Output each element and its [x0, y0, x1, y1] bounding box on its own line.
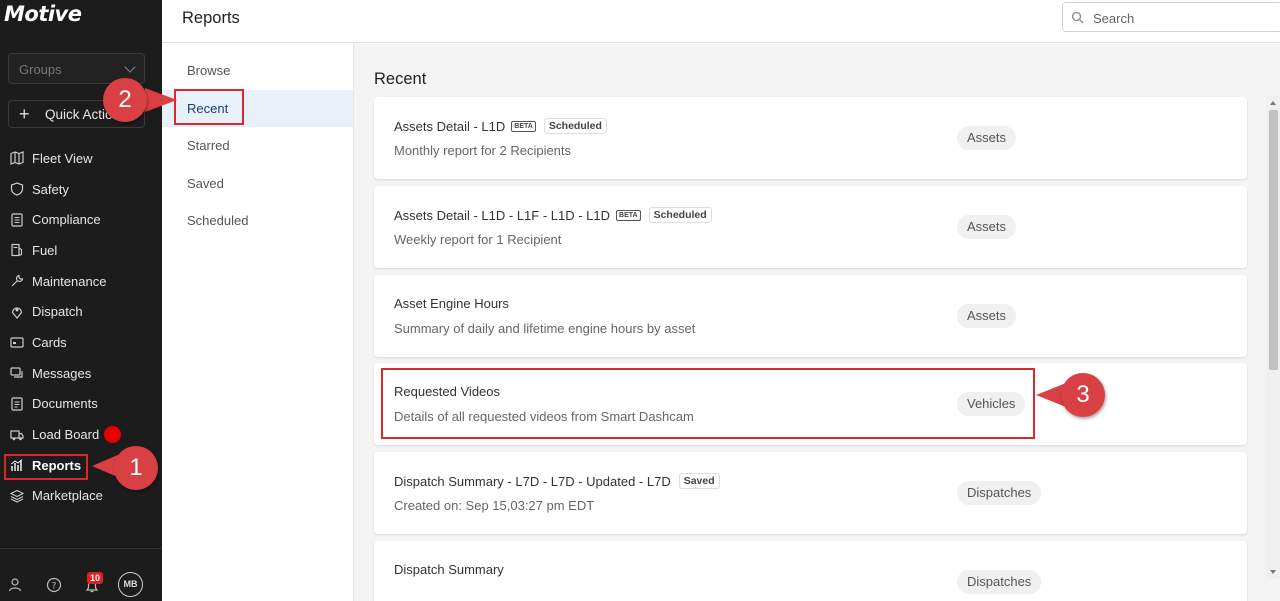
avatar[interactable]: MB	[118, 572, 143, 597]
category-badge: Assets	[957, 304, 1017, 328]
reports-subnav: Browse Recent Starred Saved Scheduled	[162, 43, 354, 601]
help-icon[interactable]: ?	[46, 577, 62, 598]
report-card[interactable]: Dispatch Summary Dispatches	[374, 541, 1247, 601]
sidebar-item-fuel[interactable]: Fuel	[0, 235, 162, 266]
search-placeholder: Search	[1093, 11, 1135, 26]
sidebar-item-label: Safety	[32, 181, 69, 197]
callout-3: 3	[1061, 373, 1105, 417]
groups-placeholder: Groups	[19, 62, 62, 77]
category-badge: Assets	[957, 126, 1017, 150]
report-description: Monthly report for 2 Recipients	[394, 143, 572, 158]
report-card[interactable]: Dispatch Summary - L7D - L7D - Updated -…	[374, 452, 1247, 534]
subnav-starred[interactable]: Starred	[162, 127, 353, 165]
scrollbar-thumb[interactable]	[1269, 110, 1278, 370]
report-name: Asset Engine Hours	[394, 296, 509, 311]
beta-tag: BETA	[511, 120, 536, 132]
category-badge: Assets	[957, 215, 1017, 239]
subnav-saved[interactable]: Saved	[162, 165, 353, 203]
status-badge: Saved	[678, 473, 720, 489]
sidebar-item-label: Maintenance	[32, 273, 107, 289]
sidebar-item-label: Dispatch	[32, 304, 83, 320]
svg-text:?: ?	[52, 582, 57, 592]
report-description: Summary of daily and lifetime engine hou…	[394, 321, 696, 336]
sidebar-item-label: Messages	[32, 365, 92, 381]
subnav-scheduled[interactable]: Scheduled	[162, 202, 353, 240]
notification-count-badge: 10	[87, 572, 104, 584]
truck-icon	[9, 427, 24, 442]
report-card[interactable]: Assets Detail - L1D BETA Scheduled Month…	[374, 97, 1247, 179]
report-name-row: Dispatch Summary - L7D - L7D - Updated -…	[394, 473, 720, 489]
map-icon	[9, 151, 24, 166]
sidebar-item-messages[interactable]: Messages	[0, 358, 162, 389]
sidebar-item-compliance[interactable]: Compliance	[0, 204, 162, 235]
subnav-browse[interactable]: Browse	[162, 52, 353, 90]
status-badge: Scheduled	[648, 207, 712, 223]
main-content: Recent Assets Detail - L1D BETA Schedule…	[354, 43, 1280, 601]
scroll-down-icon[interactable]	[1270, 570, 1276, 574]
report-name-row: Assets Detail - L1D BETA Scheduled	[394, 118, 607, 134]
chevron-down-icon	[124, 61, 136, 73]
report-name: Assets Detail - L1D	[394, 118, 506, 134]
highlight-reports	[4, 454, 88, 480]
motive-logo[interactable]: Motive	[4, 2, 82, 26]
report-name-row: Dispatch Summary	[394, 562, 504, 577]
document-list-icon	[9, 212, 24, 227]
document-icon	[9, 396, 24, 411]
callout-1: 1	[114, 446, 158, 490]
report-card[interactable]: Asset Engine Hours Summary of daily and …	[374, 275, 1247, 357]
status-badge: Scheduled	[543, 118, 607, 134]
chat-icon	[9, 366, 24, 381]
location-pin-icon	[9, 304, 24, 319]
report-description: Weekly report for 1 Recipient	[394, 232, 562, 247]
beta-tag: BETA	[616, 209, 641, 221]
sidebar-item-label: Fuel	[32, 242, 58, 258]
section-heading: Recent	[374, 70, 427, 88]
callout-2: 2	[103, 78, 147, 122]
page-title: Reports	[182, 9, 240, 27]
sidebar-item-fleet-view[interactable]: Fleet View	[0, 143, 162, 174]
report-description: Created on: Sep 15,03:27 pm EDT	[394, 498, 595, 513]
report-name-row: Assets Detail - L1D - L1F - L1D - L1D BE…	[394, 207, 712, 223]
report-name: Assets Detail - L1D - L1F - L1D - L1D	[394, 207, 611, 223]
report-name: Dispatch Summary - L7D - L7D - Updated -…	[394, 473, 671, 489]
sidebar-item-label: Fleet View	[32, 150, 93, 166]
scroll-up-icon[interactable]	[1270, 101, 1276, 105]
scrollbar[interactable]	[1266, 96, 1280, 579]
report-card[interactable]: Assets Detail - L1D - L1F - L1D - L1D BE…	[374, 186, 1247, 268]
category-badge: Dispatches	[957, 481, 1042, 505]
sidebar-item-label: Cards	[32, 334, 67, 350]
shield-icon	[9, 182, 24, 197]
fuel-pump-icon	[9, 243, 24, 258]
search-input[interactable]: Search	[1062, 2, 1280, 32]
sidebar-item-documents[interactable]: Documents	[0, 389, 162, 420]
category-badge: Dispatches	[957, 570, 1042, 594]
search-icon	[1071, 11, 1084, 24]
layers-icon	[9, 488, 24, 503]
report-name-row: Asset Engine Hours	[394, 296, 509, 311]
sidebar-item-label: Compliance	[32, 212, 101, 228]
wrench-icon	[9, 274, 24, 289]
sidebar-item-dispatch[interactable]: Dispatch	[0, 296, 162, 327]
card-icon	[9, 335, 24, 350]
sidebar-item-safety[interactable]: Safety	[0, 174, 162, 205]
highlight-requested-videos	[381, 368, 1035, 439]
sidebar-item-maintenance[interactable]: Maintenance	[0, 266, 162, 297]
user-settings-icon[interactable]	[8, 577, 24, 598]
plus-icon: +	[19, 104, 30, 124]
page-header: Reports Search	[162, 0, 1280, 43]
report-name: Dispatch Summary	[394, 562, 504, 577]
sidebar-item-label: Documents	[32, 396, 98, 412]
sidebar-item-cards[interactable]: Cards	[0, 327, 162, 358]
